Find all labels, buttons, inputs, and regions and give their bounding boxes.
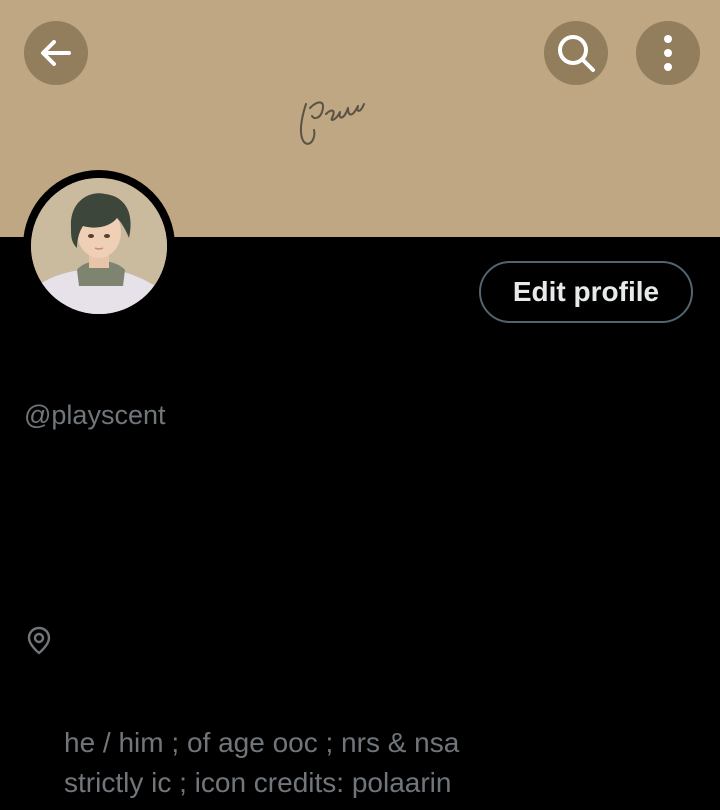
bio-line: strictly ic ; icon credits: polaarin: [64, 767, 452, 798]
edit-profile-button[interactable]: Edit profile: [479, 261, 693, 323]
more-options-button[interactable]: [636, 21, 700, 85]
more-vertical-icon: [664, 35, 672, 71]
search-button[interactable]: [544, 21, 608, 85]
bio-line: he / him ; of age ooc ; nrs & nsa: [64, 727, 460, 758]
search-icon: [558, 35, 595, 72]
profile-bio: he / him ; of age ooc ; nrs & nsa strict…: [64, 723, 459, 803]
avatar[interactable]: [31, 178, 167, 314]
profile-handle: @playscent: [24, 400, 166, 430]
back-button[interactable]: [24, 21, 88, 85]
avatar-illustration: [31, 178, 167, 314]
banner-signature: [299, 101, 365, 145]
location-pin-icon: [27, 626, 51, 655]
arrow-left-icon: [41, 40, 71, 66]
